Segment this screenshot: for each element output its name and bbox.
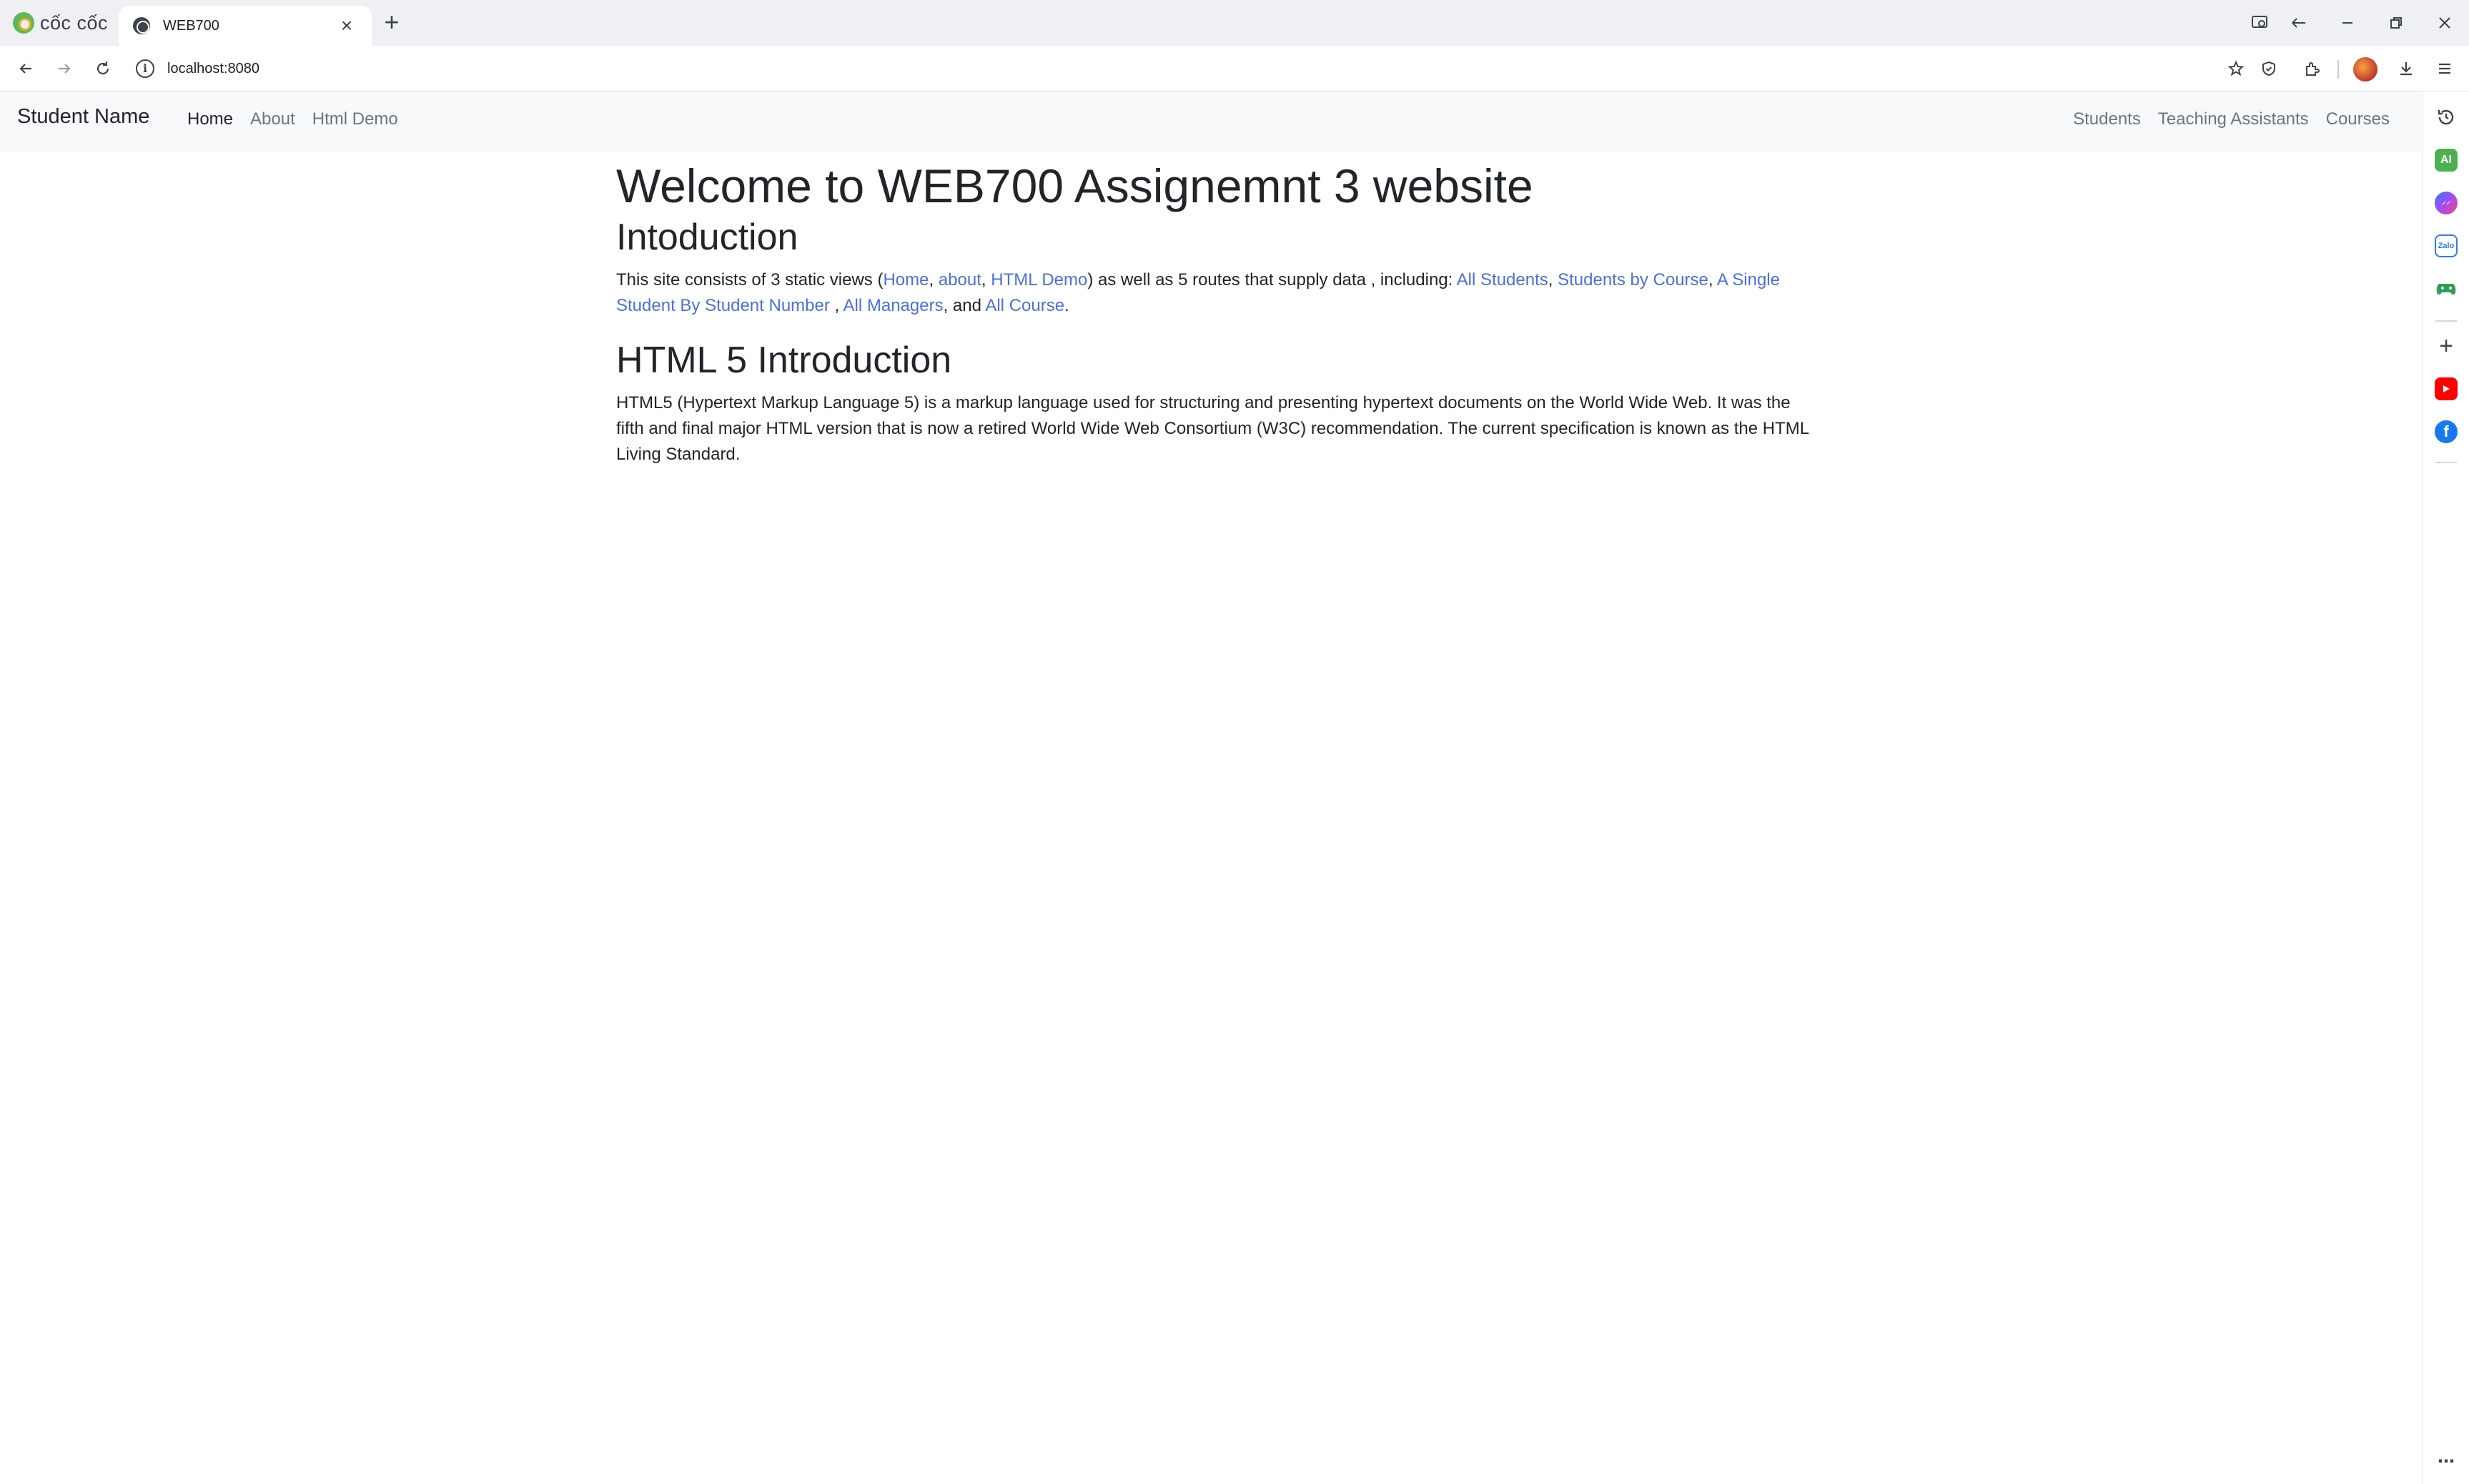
back-button[interactable] [11,54,40,83]
facebook-icon[interactable]: f [2435,420,2458,443]
separator: , [1548,270,1558,290]
profile-avatar[interactable] [2353,57,2378,81]
link-home[interactable]: Home [883,270,929,290]
navbar-brand[interactable]: Student Name [17,105,149,129]
main-content: Welcome to WEB700 Assignemnt 3 website I… [616,152,1814,468]
site-info-icon[interactable]: i [136,59,154,78]
separator: , [929,270,939,290]
html5-heading: HTML 5 Introduction [616,340,952,381]
separator: , [981,270,991,290]
web-page: Student Name Home About Html Demo Studen… [0,91,2421,1484]
game-controller-icon[interactable] [2435,277,2458,300]
history-icon[interactable] [2435,106,2458,129]
bookmark-star-icon[interactable] [2222,54,2250,83]
intro-text: This site consists of 3 static views ( [616,270,884,290]
add-panel-icon[interactable]: + [2435,332,2458,360]
nav-link-courses[interactable]: Courses [2317,109,2398,129]
more-options-icon[interactable]: ⋯ [2435,1450,2458,1473]
link-about[interactable]: about [939,270,981,290]
browser-brand-label: cốc cốc [40,11,109,34]
globe-icon [133,17,150,34]
link-students-by-course[interactable]: Students by Course [1558,270,1708,290]
nav-link-students[interactable]: Students [2064,109,2149,129]
toolbar-separator [2337,60,2339,79]
url-text: localhost:8080 [167,60,259,76]
forward-button[interactable] [50,54,79,83]
nav-link-home[interactable]: Home [179,109,242,129]
separator: , [829,296,843,315]
address-bar[interactable]: i localhost:8080 [126,53,2236,84]
nav-link-html-demo[interactable]: Html Demo [304,109,407,129]
navbar-right-links: Students Teaching Assistants Courses [2064,109,2398,129]
minimize-icon[interactable] [2333,9,2362,37]
side-panel-divider [2435,462,2457,463]
link-all-students[interactable]: All Students [1457,270,1548,290]
nav-link-about[interactable]: About [242,109,304,129]
browser-brand[interactable]: cốc cốc [13,10,108,36]
browser-toolbar: i localhost:8080 [0,46,2469,91]
link-all-course[interactable]: All Course [985,296,1064,315]
separator: , [1708,270,1717,290]
screenshot-icon[interactable] [2246,9,2275,37]
separator: , and [943,296,986,315]
close-tab-icon[interactable]: × [336,14,357,36]
link-all-managers[interactable]: All Managers [843,296,944,315]
youtube-icon[interactable] [2435,377,2458,400]
coccoc-logo-icon [13,12,34,34]
site-navbar: Student Name Home About Html Demo Studen… [0,91,2421,152]
restore-icon[interactable] [2382,9,2410,37]
nav-link-teaching-assistants[interactable]: Teaching Assistants [2149,109,2317,129]
close-window-icon[interactable] [2430,9,2459,37]
messenger-icon[interactable] [2435,192,2458,214]
intro-paragraph: This site consists of 3 static views (Ho… [616,267,1814,319]
reload-button[interactable] [89,54,117,83]
extensions-icon[interactable] [2297,54,2326,83]
link-html-demo[interactable]: HTML Demo [991,270,1087,290]
browser-tabbar: cốc cốc WEB700 × + [0,0,2469,46]
browser-side-panel: AI Zalo + f ⋯ [2422,91,2469,1484]
new-tab-button[interactable]: + [379,9,405,36]
shield-icon[interactable] [2255,54,2283,83]
intro-heading: Intoduction [616,217,798,258]
browser-tab[interactable]: WEB700 × [119,6,372,46]
page-title: Welcome to WEB700 Assignemnt 3 website [616,159,1533,212]
navbar-left-links: Home About Html Demo [179,109,407,129]
zalo-icon[interactable]: Zalo [2435,234,2458,257]
tab-title: WEB700 [163,17,219,34]
tab-search-icon[interactable] [2285,9,2313,37]
intro-text: . [1064,296,1069,315]
downloads-icon[interactable] [2392,54,2420,83]
ai-assistant-icon[interactable]: AI [2435,149,2458,172]
side-panel-divider [2435,320,2457,322]
intro-text: ) as well as 5 routes that supply data ,… [1087,270,1457,290]
menu-icon[interactable] [2430,54,2459,83]
html5-paragraph: HTML5 (Hypertext Markup Language 5) is a… [616,393,1809,464]
